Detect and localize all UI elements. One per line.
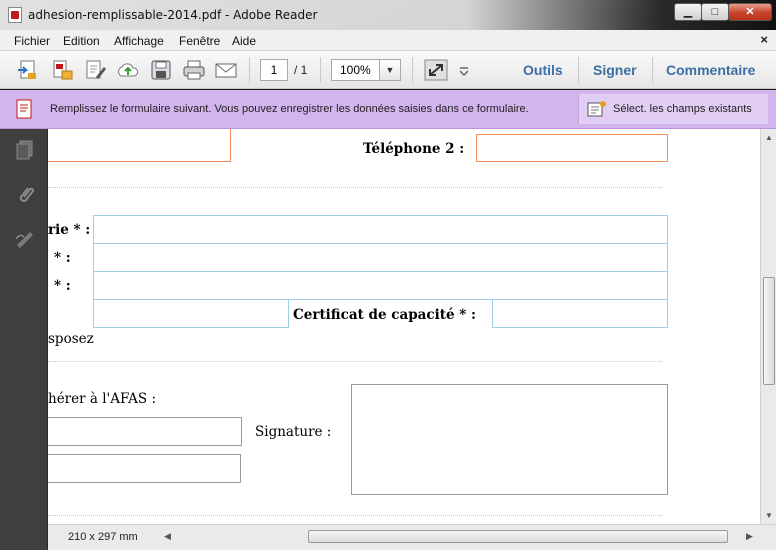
- toolbar-separator: [652, 57, 653, 83]
- telephone-2-field[interactable]: [476, 134, 668, 162]
- document-page[interactable]: Téléphone 2 : rie * : * : * : Certificat…: [48, 129, 760, 524]
- save-icon[interactable]: [149, 59, 173, 81]
- page-size-readout: 210 x 297 mm: [68, 531, 138, 543]
- menu-bar: Fichier Edition Affichage Fenêtre Aide ×: [0, 30, 776, 51]
- scroll-up-arrow-icon[interactable]: ▲: [765, 133, 773, 142]
- pdf-file-icon: [8, 7, 22, 23]
- text-field-1[interactable]: [93, 215, 668, 244]
- email-icon[interactable]: [214, 59, 238, 81]
- page-number-input[interactable]: 1: [260, 59, 288, 81]
- menu-affichage[interactable]: Affichage: [114, 34, 164, 48]
- telephone-2-label: Téléphone 2 :: [363, 141, 465, 157]
- separator-line: [48, 515, 662, 516]
- menu-fenetre[interactable]: Fenêtre: [179, 34, 220, 48]
- create-pdf-icon[interactable]: [16, 59, 40, 81]
- select-fields-icon: [587, 101, 606, 117]
- form-document-icon: [16, 99, 32, 119]
- separator-line: [48, 187, 662, 188]
- field-label-required-1: * :: [54, 250, 71, 266]
- place-field[interactable]: [48, 454, 241, 483]
- sign-link[interactable]: Signer: [593, 62, 637, 78]
- maximize-button[interactable]: □: [701, 3, 729, 21]
- certificat-label: Certificat de capacité * :: [293, 307, 477, 323]
- date-field[interactable]: [48, 417, 242, 446]
- certificat-field[interactable]: [492, 299, 668, 328]
- menu-edition[interactable]: Edition: [63, 34, 100, 48]
- separator-line: [48, 361, 662, 362]
- title-bar: adhesion-remplissable-2014.pdf - Adobe R…: [0, 0, 776, 30]
- minimize-button[interactable]: ▁: [674, 3, 702, 21]
- zoom-input[interactable]: 100%: [331, 59, 379, 81]
- form-info-bar: Remplissez le formulaire suivant. Vous p…: [0, 90, 776, 129]
- adherer-afas-label: hérer à l'AFAS :: [48, 391, 157, 407]
- text-field-2[interactable]: [93, 243, 668, 272]
- vertical-scroll-thumb[interactable]: [763, 277, 775, 385]
- field-label-rie: rie * :: [48, 222, 91, 238]
- comment-link[interactable]: Commentaire: [666, 62, 755, 78]
- toolbar-separator: [249, 57, 250, 83]
- page-thumbnails-icon[interactable]: [14, 139, 36, 161]
- signature-label: Signature :: [255, 424, 332, 440]
- scroll-right-arrow-icon[interactable]: ▶: [746, 531, 753, 542]
- toolbar-separator: [578, 57, 579, 83]
- text-field-4[interactable]: [93, 299, 289, 328]
- page-total: / 1: [294, 63, 308, 77]
- close-document-button[interactable]: ×: [760, 32, 768, 47]
- zoom-dropdown-button[interactable]: ▼: [379, 59, 401, 81]
- signature-field[interactable]: [351, 384, 668, 495]
- attachments-paperclip-icon[interactable]: [14, 183, 36, 205]
- signatures-pen-icon[interactable]: [14, 227, 36, 249]
- select-fields-label: Sélect. les champs existants: [613, 103, 752, 115]
- close-window-button[interactable]: ✕: [728, 3, 772, 21]
- toolbar-separator: [320, 57, 321, 83]
- phone-1-field[interactable]: [48, 129, 231, 162]
- toolbar: 1 / 1 100% ▼ Outils Signer Commentaire: [0, 51, 776, 89]
- field-label-required-2: * :: [54, 278, 71, 294]
- edit-document-icon[interactable]: [84, 59, 108, 81]
- window-title: adhesion-remplissable-2014.pdf - Adobe R…: [28, 8, 318, 22]
- open-file-icon[interactable]: [50, 59, 74, 81]
- tools-link[interactable]: Outils: [523, 62, 563, 78]
- cloud-upload-icon[interactable]: [116, 59, 140, 81]
- customize-toolbar-icon[interactable]: [456, 59, 472, 81]
- menu-fichier[interactable]: Fichier: [14, 34, 50, 48]
- select-existing-fields-button[interactable]: Sélect. les champs existants: [578, 94, 768, 124]
- print-icon[interactable]: [182, 59, 206, 81]
- toolbar-separator: [412, 57, 413, 83]
- fullscreen-icon[interactable]: [424, 59, 448, 81]
- scroll-down-arrow-icon[interactable]: ▼: [765, 511, 773, 520]
- status-bar: 210 x 297 mm ◀ ▶: [48, 524, 776, 550]
- vertical-scrollbar[interactable]: ▲ ▼: [760, 129, 776, 524]
- sposez-text: sposez: [48, 331, 94, 347]
- scroll-left-arrow-icon[interactable]: ◀: [164, 531, 171, 542]
- text-field-3[interactable]: [93, 271, 668, 300]
- form-info-message: Remplissez le formulaire suivant. Vous p…: [50, 103, 529, 115]
- horizontal-scroll-thumb[interactable]: [308, 530, 728, 543]
- menu-aide[interactable]: Aide: [232, 34, 256, 48]
- navigation-panel: [0, 129, 48, 550]
- horizontal-scrollbar[interactable]: ◀ ▶: [160, 529, 760, 545]
